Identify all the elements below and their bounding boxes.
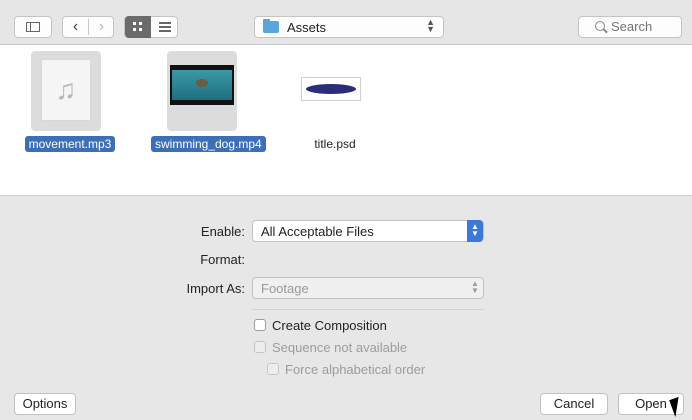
file-item[interactable]: ♫ movement.mp3	[15, 51, 125, 181]
location-label: Assets	[287, 20, 327, 35]
search-input[interactable]	[611, 19, 677, 34]
forward-button[interactable]: ›	[89, 17, 114, 37]
format-label: Format:	[200, 252, 245, 267]
enable-popup[interactable]: All Acceptable Files ▲ ▼	[252, 220, 484, 242]
checkbox-box[interactable]	[267, 363, 279, 375]
list-icon	[159, 22, 171, 32]
import-as-value: Footage	[261, 281, 309, 296]
updown-arrows-icon: ▲ ▼	[426, 17, 435, 34]
view-mode-buttons	[124, 16, 178, 38]
music-note-icon: ♫	[41, 59, 91, 121]
import-as-label: Import As:	[186, 281, 245, 296]
file-item[interactable]: title.psd	[280, 51, 390, 181]
checkbox-label: Force alphabetical order	[285, 362, 426, 377]
sidebar-icon	[26, 22, 40, 32]
psd-thumbnail	[301, 77, 361, 101]
video-thumbnail	[170, 65, 234, 105]
divider	[252, 309, 484, 310]
grid-icon	[133, 22, 143, 31]
checkbox-label: Sequence not available	[272, 340, 408, 355]
updown-arrows-icon: ▲ ▼	[467, 220, 483, 242]
search-icon	[595, 21, 605, 31]
folder-icon	[263, 19, 279, 33]
back-button[interactable]: ‹	[63, 17, 88, 37]
file-thumbnail	[167, 51, 237, 131]
checkbox-box[interactable]	[254, 341, 266, 353]
checkbox-label: Create Composition	[272, 318, 387, 333]
search-field[interactable]	[578, 16, 682, 38]
file-browser: ♫ movement.mp3 swimming_dog.mp4 title.ps…	[0, 45, 692, 196]
file-name: movement.mp3	[15, 136, 125, 152]
finder-toolbar: ‹ › Assets ▲ ▼	[0, 0, 692, 45]
sidebar-toggle-button[interactable]	[14, 16, 52, 38]
location-popup[interactable]: Assets ▲ ▼	[254, 16, 444, 38]
file-name: swimming_dog.mp4	[151, 136, 266, 152]
psd-logo	[306, 84, 356, 94]
file-name: title.psd	[314, 137, 356, 151]
options-button[interactable]: Options	[14, 393, 76, 415]
navigation-buttons: ‹ ›	[62, 16, 114, 38]
import-as-popup[interactable]: Footage ▲ ▼	[252, 277, 484, 299]
cancel-button[interactable]: Cancel	[540, 393, 608, 415]
icon-view-button[interactable]	[125, 16, 151, 38]
file-thumbnail	[296, 51, 366, 131]
enable-value: All Acceptable Files	[261, 224, 374, 239]
enable-label: Enable:	[200, 224, 245, 239]
file-thumbnail: ♫	[31, 51, 101, 131]
file-item[interactable]: swimming_dog.mp4	[151, 51, 266, 181]
list-view-button[interactable]	[152, 17, 178, 37]
updown-arrows-icon: ▲ ▼	[471, 279, 479, 295]
checkbox-box[interactable]	[254, 319, 266, 331]
